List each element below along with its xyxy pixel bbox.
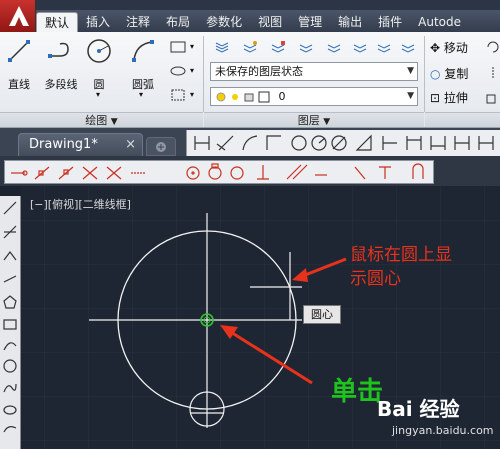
copy-icon: ○ xyxy=(430,67,441,81)
title-strip xyxy=(0,0,500,10)
tab-output[interactable]: 输出 xyxy=(330,12,370,32)
document-tab[interactable]: Drawing1* × xyxy=(18,133,143,156)
click-annotation: 单击 xyxy=(331,377,384,407)
layer-properties-icon[interactable] xyxy=(212,38,232,56)
panel-separator xyxy=(424,36,425,112)
tab-plugins[interactable]: 插件 xyxy=(370,12,410,32)
draw-tool-icons[interactable] xyxy=(0,196,21,449)
tab-manage[interactable]: 管理 xyxy=(290,12,330,32)
copy-label: 复制 xyxy=(444,67,469,81)
dimension-tool-icons[interactable] xyxy=(187,130,500,156)
move-icon: ✥ xyxy=(430,41,441,55)
tab-view[interactable]: 视图 xyxy=(250,12,290,32)
object-snap-toolbar xyxy=(4,160,434,184)
tab-insert[interactable]: 插入 xyxy=(78,12,118,32)
layer-freeze-icon[interactable] xyxy=(324,38,344,56)
layer-state-dropdown[interactable]: 未保存的图层状态 ▼ xyxy=(210,62,418,81)
watermark-url: jingyan.baidu.com xyxy=(392,424,494,437)
layer-isolate-icon[interactable] xyxy=(296,38,316,56)
layers-panel-label[interactable]: 图层 ▼ xyxy=(204,112,424,127)
move-button[interactable]: ✥ 移动 xyxy=(430,39,468,56)
modify-panel-label xyxy=(425,112,500,127)
polyline-icon xyxy=(48,42,69,58)
stretch-button[interactable]: ⊡ 拉伸 xyxy=(430,89,468,106)
circle-button[interactable]: 圆 xyxy=(84,36,114,92)
chevron-down-icon: ▼ xyxy=(323,117,331,127)
layer-unlock-icon[interactable] xyxy=(398,38,418,56)
panel-separator xyxy=(203,36,204,112)
layer-state-icon[interactable] xyxy=(240,38,260,56)
hover-annotation-line1: 鼠标在圆上显 xyxy=(350,245,452,265)
tab-layout[interactable]: 布局 xyxy=(158,12,198,32)
hatch-dropdown-icon[interactable]: ▾ xyxy=(190,90,194,99)
line-label: 直线 xyxy=(8,78,30,91)
rotate-icon[interactable] xyxy=(484,38,500,56)
arc-dropdown-icon[interactable]: ▾ xyxy=(139,90,143,99)
layer-state-value: 未保存的图层状态 xyxy=(215,65,303,78)
chevron-down-icon: ▼ xyxy=(110,117,118,127)
scale-icon[interactable] xyxy=(484,88,500,106)
layer-match-icon[interactable] xyxy=(268,38,288,56)
copy-button[interactable]: ○ 复制 xyxy=(430,65,468,82)
new-tab-button[interactable] xyxy=(146,137,176,156)
layer-dropdown[interactable]: 0 ▼ xyxy=(210,87,418,106)
ellipse-icon[interactable] xyxy=(168,62,188,80)
circle-dropdown-icon[interactable]: ▾ xyxy=(96,90,100,99)
viewport-label[interactable]: [−][俯视][二维线框] xyxy=(30,196,131,212)
layer-off-icon[interactable] xyxy=(350,38,370,56)
autocad-logo-icon xyxy=(9,6,29,26)
tab-home[interactable]: 默认 xyxy=(36,12,79,32)
arc-icon xyxy=(132,40,154,62)
chevron-down-icon: ▼ xyxy=(407,66,414,76)
line-icon xyxy=(8,40,30,62)
dimension-toolbar xyxy=(186,130,500,156)
chevron-down-icon: ▼ xyxy=(407,91,414,101)
hover-annotation-line2: 示圆心 xyxy=(350,269,401,289)
object-snap-icons[interactable] xyxy=(5,161,435,185)
draw-panel-title: 绘图 xyxy=(85,114,108,127)
draw-panel-label[interactable]: 绘图 ▼ xyxy=(0,112,203,127)
rectangle-dropdown-icon[interactable]: ▾ xyxy=(190,42,194,51)
layer-lock-icon[interactable] xyxy=(374,38,394,56)
hatch-icon[interactable] xyxy=(168,86,188,104)
stretch-icon: ⊡ xyxy=(430,91,441,105)
plus-icon xyxy=(156,142,166,152)
arc-button[interactable]: 圆弧 xyxy=(124,36,162,92)
polyline-label: 多段线 xyxy=(44,78,78,91)
polyline-button[interactable]: 多段线 xyxy=(38,36,84,92)
hover-annotation: 鼠标在圆上显 示圆心 xyxy=(350,243,460,291)
document-tab-title: Drawing1* xyxy=(29,137,98,152)
snap-tooltip: 圆心 xyxy=(303,305,341,324)
mirror-icon[interactable] xyxy=(484,64,500,82)
line-button[interactable]: 直线 xyxy=(4,36,34,92)
tab-annotate[interactable]: 注释 xyxy=(118,12,158,32)
ribbon-tab-bar: 默认 插入 注释 布局 参数化 视图 管理 输出 插件 Autode xyxy=(36,10,500,32)
stretch-label: 拉伸 xyxy=(443,91,468,105)
layer-status-icons xyxy=(216,91,270,103)
tab-parametric[interactable]: 参数化 xyxy=(198,12,250,32)
layers-panel-title: 图层 xyxy=(297,114,320,127)
ellipse-dropdown-icon[interactable]: ▾ xyxy=(190,66,194,75)
move-label: 移动 xyxy=(443,41,468,55)
circle-icon xyxy=(87,39,111,63)
layer-name-value: 0 xyxy=(278,90,286,103)
close-icon[interactable]: × xyxy=(125,134,136,156)
rectangle-icon[interactable] xyxy=(168,38,188,56)
app-logo-button[interactable] xyxy=(0,0,36,34)
watermark-brand: Bai 经验 xyxy=(377,397,460,421)
left-draw-toolbar xyxy=(0,196,21,449)
tab-autodesk[interactable]: Autode xyxy=(410,12,469,32)
